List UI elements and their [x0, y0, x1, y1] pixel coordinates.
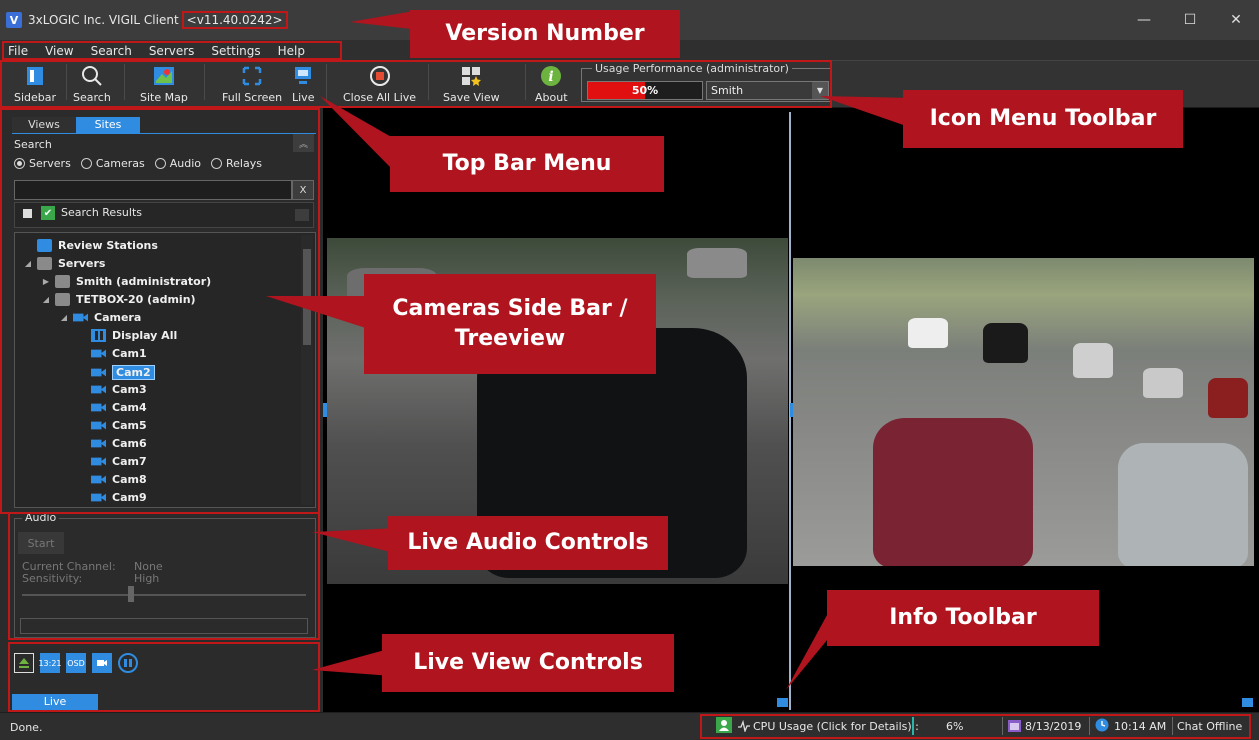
vehicle-image: [1208, 378, 1248, 418]
camera-icon[interactable]: [1242, 698, 1253, 707]
vehicle-image: [1073, 343, 1113, 378]
status-time: 10:14 AM: [1114, 720, 1167, 733]
window-title: 3xLOGIC Inc. VIGIL Client: [28, 13, 179, 27]
cpu-usage-label[interactable]: CPU Usage (Click for Details) :: [753, 720, 919, 733]
calendar-icon: [1008, 719, 1021, 735]
vehicle-image: [1143, 368, 1183, 398]
callout-version-number: Version Number: [410, 10, 680, 58]
menu-servers[interactable]: Servers: [149, 44, 195, 58]
status-separator: [1089, 717, 1090, 735]
clock-icon: [1095, 718, 1109, 735]
callout-top-bar-menu: Top Bar Menu: [390, 136, 664, 192]
status-separator: [1002, 717, 1003, 735]
callout-live-audio-controls: Live Audio Controls: [388, 516, 668, 570]
vehicle-image: [687, 248, 747, 278]
menu-help[interactable]: Help: [278, 44, 305, 58]
app-logo-icon: V: [6, 12, 22, 28]
close-window-button[interactable]: ✕: [1213, 0, 1259, 40]
vehicle-image: [983, 323, 1028, 363]
callout-sidebar-line2: Treeview: [454, 326, 566, 351]
top-bar-menu: File View Search Servers Settings Help: [2, 41, 342, 60]
toolbar-highlight: [0, 60, 832, 108]
vehicle-image: [873, 418, 1033, 566]
chat-status[interactable]: Chat Offline: [1177, 720, 1242, 733]
menu-search[interactable]: Search: [91, 44, 132, 58]
live-controls-highlight: [8, 642, 320, 712]
minimize-button[interactable]: —: [1121, 0, 1167, 40]
status-text: Done.: [10, 721, 43, 734]
maximize-button[interactable]: ☐: [1167, 0, 1213, 40]
callout-icon-menu-toolbar: Icon Menu Toolbar: [903, 90, 1183, 148]
vehicle-image: [1118, 443, 1248, 566]
camera-feed-cam2[interactable]: [793, 258, 1254, 566]
camera-icon[interactable]: [777, 698, 788, 707]
user-icon[interactable]: [716, 717, 732, 736]
status-separator: [912, 717, 914, 735]
callout-live-view-controls: Live View Controls: [382, 634, 674, 692]
menu-file[interactable]: File: [8, 44, 28, 58]
callout-cameras-sidebar: Cameras Side Bar / Treeview: [364, 274, 656, 374]
version-number: <v11.40.0242>: [181, 11, 288, 29]
menu-view[interactable]: View: [45, 44, 73, 58]
status-separator: [1172, 717, 1173, 735]
vehicle-image: [908, 318, 948, 348]
status-date: 8/13/2019: [1025, 720, 1082, 733]
callout-info-toolbar: Info Toolbar: [827, 590, 1099, 646]
sidebar-highlight: [0, 108, 320, 514]
callout-sidebar-line1: Cameras Side Bar /: [392, 296, 628, 322]
audio-highlight: [8, 512, 320, 640]
cpu-usage-value: 6%: [946, 720, 964, 733]
menu-settings[interactable]: Settings: [211, 44, 260, 58]
cpu-pulse-icon: [738, 719, 750, 735]
